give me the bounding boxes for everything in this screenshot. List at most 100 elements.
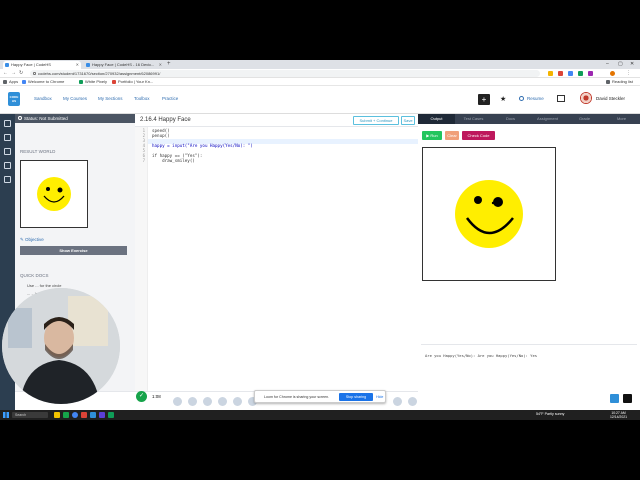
run-button[interactable]: ▶ Run (422, 131, 442, 140)
browser-tab-happy-face-2[interactable]: Happy Face | CodeHS - 16 Devic... ✕ (84, 61, 164, 69)
file-explorer-icon[interactable] (54, 412, 60, 418)
smiley-face-thumb (37, 177, 71, 211)
tab-assignment[interactable]: Assignment (529, 114, 566, 124)
recording-check-icon[interactable]: ✓ (136, 391, 147, 402)
recording-timer: 1:08 (152, 394, 161, 399)
star-icon[interactable]: ★ (500, 95, 506, 103)
resume-link[interactable]: Resume (519, 96, 544, 101)
bookmark-apps[interactable]: Apps (3, 78, 18, 86)
save-button[interactable]: Save (401, 116, 415, 125)
result-world-label: RESULT WORLD (20, 149, 56, 154)
avatar[interactable] (580, 92, 592, 104)
code-line[interactable]: draw_smiley() (152, 158, 195, 163)
app-icon[interactable] (63, 412, 69, 418)
browser-tab-bar: Happy Face | CodeHS ✕ Happy Face | CodeH… (0, 60, 640, 69)
new-tab-icon[interactable]: + (167, 61, 171, 68)
code-line[interactable]: happy = input("Are you Happy(Yes/No): ") (152, 143, 253, 148)
chrome-icon[interactable] (72, 412, 78, 418)
hide-button[interactable]: Hide (376, 395, 383, 399)
back-icon[interactable]: ← (3, 70, 8, 77)
editor-header: 2.16.4 Happy Face Submit + Continue Save (135, 114, 418, 127)
check-code-button[interactable]: Check Code (462, 131, 495, 140)
wall-board (8, 308, 32, 348)
progress-dot[interactable] (218, 397, 227, 406)
maximize-icon[interactable]: ▢ (618, 60, 623, 69)
nav-sandbox[interactable]: Sandbox (34, 96, 52, 101)
extension-icon[interactable] (558, 71, 563, 76)
reload-icon[interactable]: ↻ (19, 70, 23, 77)
tab-grade[interactable]: Grade (566, 114, 603, 124)
progress-dot[interactable] (173, 397, 182, 406)
progress-dot[interactable] (203, 397, 212, 406)
download-icon[interactable] (610, 394, 619, 403)
apps-icon (3, 80, 7, 84)
code-editor[interactable]: 1 2 3 4 5 6 7 speed() penup() happy = in… (135, 127, 418, 391)
left-eye-thumb (46, 187, 50, 191)
progress-dot[interactable] (393, 397, 402, 406)
rail-upload-icon[interactable] (4, 134, 11, 141)
nav-practice[interactable]: Practice (162, 96, 178, 101)
rail-bookmark-icon[interactable] (4, 120, 11, 127)
user-name[interactable]: David Steckler (596, 96, 625, 101)
extension-icon[interactable] (548, 71, 553, 76)
chrome-icon (22, 80, 26, 84)
profile-icon[interactable] (610, 71, 615, 76)
close-icon[interactable]: ✕ (159, 61, 162, 69)
app-icon[interactable] (81, 412, 87, 418)
inbox-icon[interactable] (557, 95, 565, 102)
share-message: Loom for Chrome is sharing your screen. (264, 395, 330, 399)
excel-icon[interactable] (108, 412, 114, 418)
codehs-favicon-icon (86, 63, 90, 67)
close-window-icon[interactable]: ✕ (630, 60, 634, 69)
tab-docs[interactable]: Docs (492, 114, 529, 124)
clear-button[interactable]: Clear (445, 131, 459, 140)
windows-start-icon[interactable] (3, 412, 9, 418)
progress-dot[interactable] (408, 397, 417, 406)
progress-dot[interactable] (233, 397, 242, 406)
right-eye-speck (491, 201, 495, 205)
tab-test-cases[interactable]: Test Cases (455, 114, 492, 124)
nav-toolbox[interactable]: Toolbox (134, 96, 150, 101)
settings-icon[interactable] (623, 394, 632, 403)
close-icon[interactable]: ✕ (76, 61, 79, 69)
add-button[interactable]: + (478, 94, 490, 105)
extension-icon[interactable] (568, 71, 573, 76)
bookmark-portfolio[interactable]: Portfolio | Your Kn... (112, 78, 153, 86)
reading-list-icon (606, 80, 610, 84)
menu-icon[interactable]: ⋮ (626, 70, 631, 77)
stop-sharing-button[interactable]: Stop sharing (339, 393, 373, 401)
extension-icon[interactable] (578, 71, 583, 76)
submit-continue-button[interactable]: Submit + Continue (353, 116, 399, 125)
console-output[interactable]: Are you Happy(Yes/No): Are you Happy(Yes… (421, 344, 637, 406)
progress-dot[interactable] (188, 397, 197, 406)
browser-tab-happy-face[interactable]: Happy Face | CodeHS ✕ (3, 61, 81, 69)
weather-widget[interactable]: 54°F Partly sunny (536, 412, 564, 416)
result-world-thumbnail (20, 160, 88, 228)
forward-icon[interactable]: → (11, 70, 16, 77)
tab-output[interactable]: Output (418, 114, 455, 124)
taskbar-search[interactable]: Search (12, 412, 48, 418)
rail-chat-icon[interactable] (4, 176, 11, 183)
taskbar-clock[interactable]: 10:27 AM 12/14/2021 (610, 411, 627, 419)
nav-my-sections[interactable]: My Sections (98, 96, 123, 101)
bookmarks-bar: Apps Welcome to Chrome White Pixely Port… (0, 78, 640, 86)
rail-grid-icon[interactable] (4, 162, 11, 169)
screen-share-notice: Loom for Chrome is sharing your screen. … (254, 390, 386, 403)
bookmark-welcome[interactable]: Welcome to Chrome (22, 78, 64, 86)
show-exercise-button[interactable]: Show Exercise (20, 246, 127, 255)
reading-list[interactable]: Reading list (606, 78, 633, 86)
teams-icon[interactable] (99, 412, 105, 418)
word-icon[interactable] (90, 412, 96, 418)
lock-icon (33, 72, 36, 75)
tab-more[interactable]: More (603, 114, 640, 124)
nav-my-courses[interactable]: My Courses (63, 96, 87, 101)
codehs-logo[interactable]: CODE HS (8, 92, 20, 106)
rail-flag-icon[interactable] (4, 148, 11, 155)
url-field[interactable]: codehs.com/student/1731670/section/27093… (30, 70, 540, 77)
extension-icon[interactable] (588, 71, 593, 76)
code-line[interactable]: penup() (152, 133, 170, 138)
bookmark-white-pixely[interactable]: White Pixely (79, 78, 107, 86)
console-text: Are you Happy(Yes/No): Are you Happy(Yes… (425, 353, 538, 358)
objective-link[interactable]: ✎ Objective (20, 237, 44, 243)
minimize-icon[interactable]: – (606, 60, 609, 69)
